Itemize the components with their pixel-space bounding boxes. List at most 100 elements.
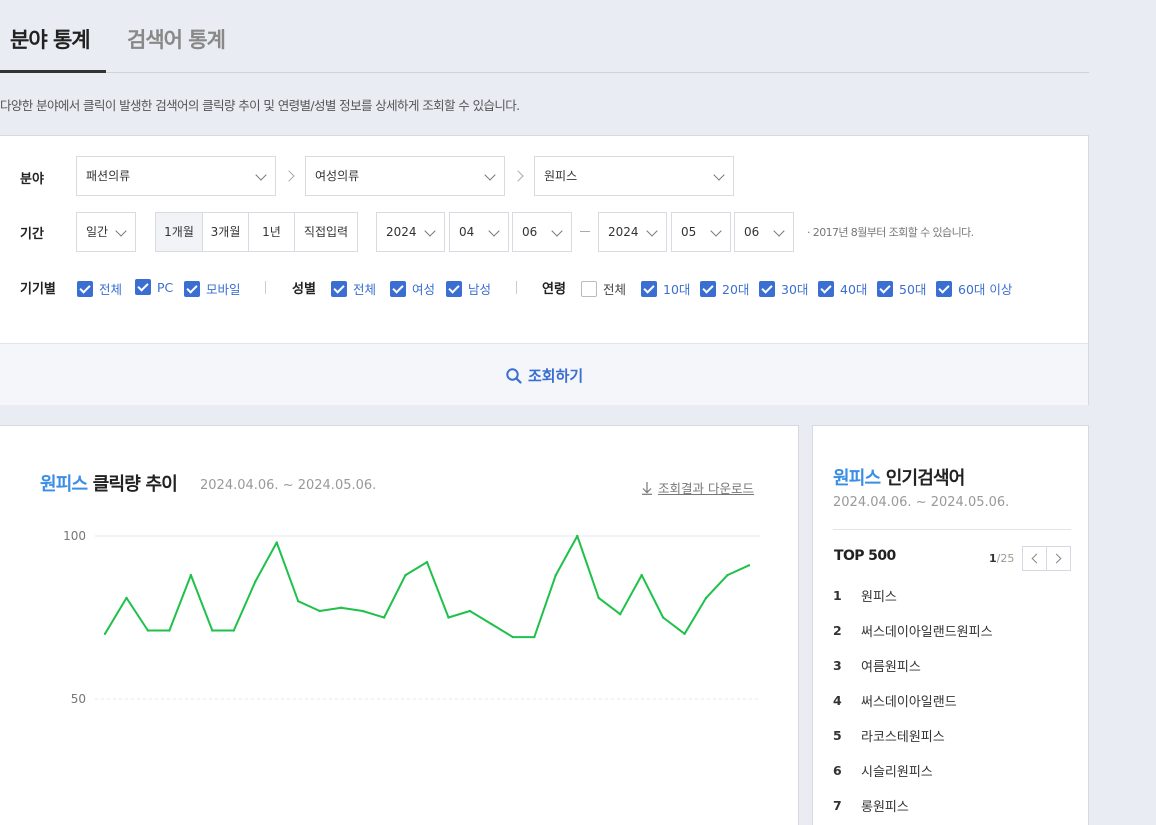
- rank-item[interactable]: 7 롱원피스: [833, 788, 993, 823]
- filter-panel: 분야 패션의류 여성의류 원피스 기간 일간 1개월 3개월 1년 직접입력 2…: [0, 135, 1089, 405]
- series-line: [104, 535, 750, 639]
- data-point[interactable]: [468, 609, 472, 613]
- range-custom-button[interactable]: 직접입력: [295, 213, 357, 251]
- checkbox-checked-icon: [641, 280, 657, 297]
- next-page-button[interactable]: [1046, 546, 1071, 571]
- data-point[interactable]: [382, 616, 386, 619]
- start-year-select[interactable]: 2024: [376, 212, 445, 252]
- data-point[interactable]: [747, 564, 751, 567]
- data-point[interactable]: [211, 629, 214, 632]
- category2-select[interactable]: 여성의류: [305, 156, 505, 196]
- age-all-checkbox[interactable]: 전체: [581, 279, 626, 298]
- rank-number: 6: [833, 763, 842, 778]
- data-point[interactable]: [576, 534, 579, 538]
- chart-title-suffix: 클릭량 추이: [92, 474, 178, 495]
- data-point[interactable]: [425, 560, 429, 564]
- rank-item[interactable]: 2 써스데이아일랜드원피스: [833, 613, 993, 648]
- page-description: 다양한 분야에서 클릭이 발생한 검색어의 클릭량 추이 및 연령별/성별 정보…: [0, 98, 520, 113]
- age-30s-checkbox[interactable]: 30대: [759, 279, 808, 298]
- data-point[interactable]: [189, 573, 193, 577]
- age-50s-checkbox[interactable]: 50대: [877, 279, 926, 298]
- data-point[interactable]: [103, 632, 107, 635]
- tab-field-stats[interactable]: 분야 통계: [10, 24, 91, 54]
- data-point[interactable]: [254, 580, 257, 583]
- gender-female-checkbox[interactable]: 여성: [390, 279, 435, 298]
- prev-page-button[interactable]: [1022, 546, 1047, 571]
- category1-select[interactable]: 패션의류: [76, 156, 276, 196]
- download-results-link[interactable]: 조회결과 다운로드: [640, 478, 754, 497]
- data-point[interactable]: [640, 573, 643, 577]
- range-3month-button[interactable]: 3개월: [203, 213, 249, 251]
- data-point[interactable]: [661, 616, 665, 619]
- category3-select[interactable]: 원피스: [534, 156, 734, 196]
- end-year-select[interactable]: 2024: [598, 212, 667, 252]
- data-point[interactable]: [318, 609, 321, 613]
- data-point[interactable]: [511, 635, 515, 639]
- data-point[interactable]: [168, 629, 171, 632]
- y-tick-label: 100: [63, 529, 86, 543]
- device-pc-checkbox[interactable]: PC: [135, 279, 173, 295]
- start-day-select[interactable]: 06: [512, 212, 572, 252]
- range-1year-button[interactable]: 1년: [249, 213, 295, 251]
- data-point[interactable]: [125, 596, 128, 600]
- popular-keywords-card: 원피스 인기검색어 2024.04.06. ~ 2024.05.06. TOP …: [812, 425, 1089, 825]
- data-point[interactable]: [447, 616, 450, 619]
- popular-period: 2024.04.06. ~ 2024.05.06.: [833, 495, 1010, 510]
- age-20s-checkbox[interactable]: 20대: [700, 279, 749, 298]
- device-all-checkbox[interactable]: 전체: [77, 279, 122, 298]
- data-point[interactable]: [726, 573, 729, 577]
- end-day-select[interactable]: 06: [734, 212, 794, 252]
- data-point[interactable]: [404, 573, 407, 577]
- rank-number: 7: [833, 798, 842, 813]
- age-10s-checkbox[interactable]: 10대: [641, 279, 690, 298]
- checkbox-checked-icon: [390, 280, 406, 297]
- device-all-label: 전체: [99, 282, 123, 297]
- period-unit-value: 일간: [86, 225, 109, 239]
- tab-keyword-stats[interactable]: 검색어 통계: [127, 24, 226, 54]
- rank-number: 3: [833, 658, 842, 673]
- age-10s-label: 10대: [663, 282, 691, 297]
- period-unit-select[interactable]: 일간: [76, 212, 136, 252]
- gender-male-checkbox[interactable]: 남성: [446, 279, 491, 298]
- gender-all-checkbox[interactable]: 전체: [331, 279, 376, 298]
- age-20s-label: 20대: [722, 282, 750, 297]
- data-point[interactable]: [704, 596, 708, 600]
- data-point[interactable]: [297, 600, 300, 603]
- divider: [265, 281, 266, 294]
- data-point[interactable]: [597, 596, 600, 600]
- data-point[interactable]: [361, 609, 364, 613]
- rank-term: 롱원피스: [861, 800, 909, 815]
- rank-item[interactable]: 6 시슬리원피스: [833, 753, 993, 788]
- data-point[interactable]: [619, 613, 622, 616]
- rank-term: 시슬리원피스: [861, 765, 933, 780]
- period-note: · 2017년 8월부터 조회할 수 있습니다.: [807, 226, 974, 239]
- age-40s-checkbox[interactable]: 40대: [818, 279, 867, 298]
- data-point[interactable]: [490, 622, 493, 626]
- data-point[interactable]: [339, 606, 343, 609]
- chevron-down-icon: [710, 225, 722, 237]
- data-point[interactable]: [683, 632, 686, 635]
- rank-item[interactable]: 4 써스데이아일랜드: [833, 683, 993, 718]
- device-mobile-checkbox[interactable]: 모바일: [184, 279, 241, 298]
- chevron-right-icon: [283, 170, 295, 182]
- rank-item[interactable]: 1 원피스: [833, 578, 993, 613]
- age-60s-checkbox[interactable]: 60대 이상: [936, 279, 1012, 298]
- checkbox-checked-icon: [759, 280, 775, 297]
- checkbox-checked-icon: [184, 280, 200, 297]
- chevron-down-icon: [115, 225, 127, 237]
- data-point[interactable]: [554, 573, 557, 577]
- data-point[interactable]: [533, 635, 536, 639]
- data-point[interactable]: [275, 541, 278, 544]
- search-button[interactable]: 조회하기: [505, 365, 583, 386]
- data-point[interactable]: [232, 629, 235, 632]
- top-label: TOP 500: [834, 548, 896, 564]
- popular-title: 원피스 인기검색어: [833, 464, 965, 490]
- rank-number: 4: [833, 693, 842, 708]
- rank-item[interactable]: 5 라코스테원피스: [833, 718, 993, 753]
- start-month-select[interactable]: 04: [449, 212, 509, 252]
- rank-item[interactable]: 3 여름원피스: [833, 648, 993, 683]
- data-point[interactable]: [146, 629, 150, 632]
- rank-term: 라코스테원피스: [861, 730, 945, 745]
- end-month-select[interactable]: 05: [671, 212, 731, 252]
- range-1month-button[interactable]: 1개월: [156, 213, 203, 251]
